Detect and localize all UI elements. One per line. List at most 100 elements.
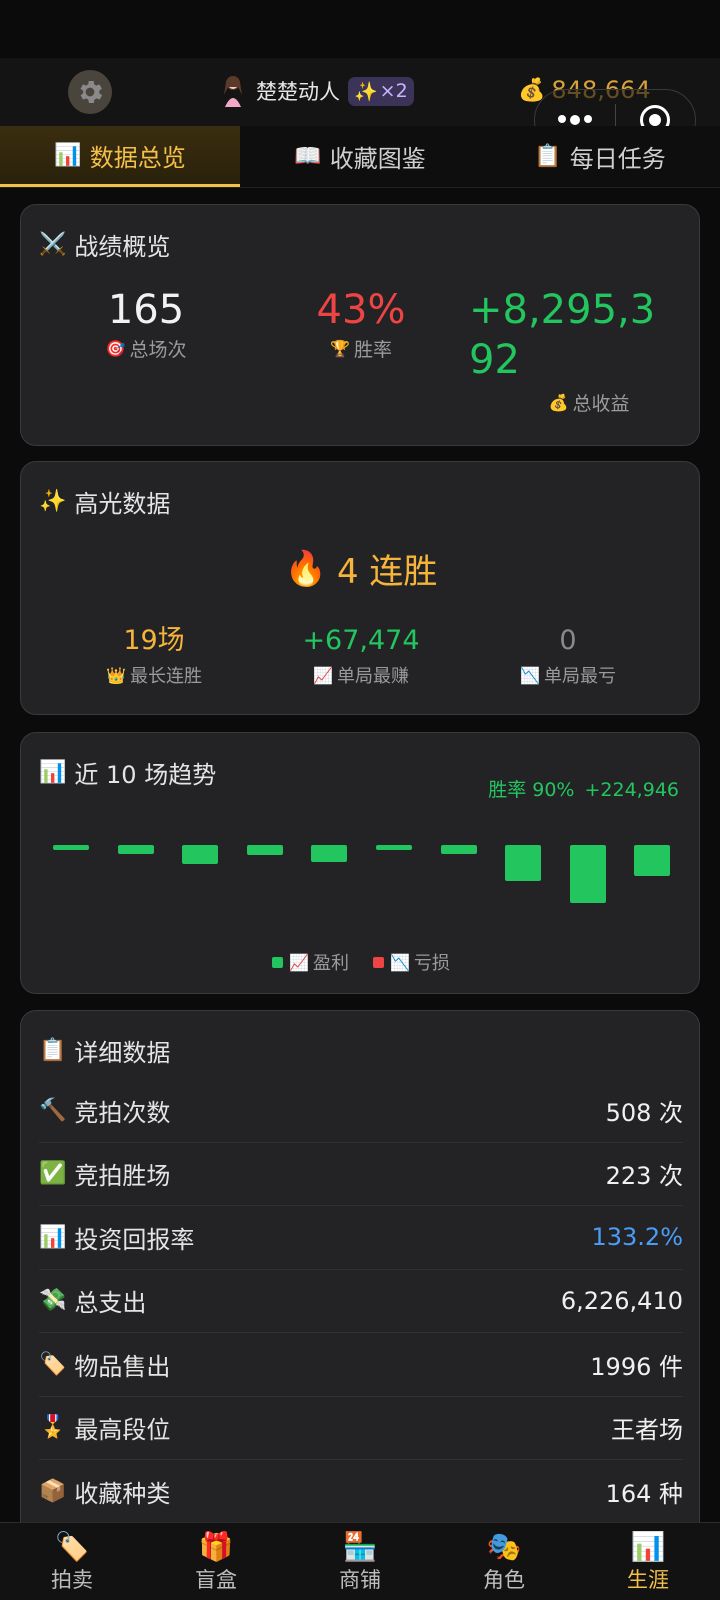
legend-label: 盈利	[313, 953, 349, 974]
trend-bar	[376, 845, 412, 850]
label-text: 最长连胜	[129, 666, 202, 687]
nav-career[interactable]: 📊 生涯	[576, 1523, 720, 1600]
chart-legend: 📈 盈利 📉 亏损	[21, 949, 701, 975]
row-label: ✅ 竞拍胜场	[39, 1156, 170, 1191]
nav-character[interactable]: 🎭 角色	[432, 1523, 576, 1600]
multiplier-text: ×2	[379, 80, 408, 102]
chart-down-icon: 📉	[520, 665, 540, 685]
label-text: 胜率	[353, 339, 392, 361]
chart-up-icon: 📈	[289, 952, 309, 972]
card-title: 📋 详细数据	[39, 1033, 170, 1068]
trend-bar	[569, 845, 606, 903]
legend-loss: 📉 亏损	[373, 949, 450, 975]
card-title-text: 高光数据	[74, 490, 171, 518]
nav-label: 盲盒	[195, 1567, 237, 1592]
trend-bar	[53, 845, 89, 850]
label-text: 物品售出	[74, 1352, 171, 1381]
chart-down-icon: 📉	[390, 952, 410, 972]
sparkles-icon: ✨	[354, 80, 378, 103]
trend-profit: +224,946	[584, 779, 680, 801]
username: 楚楚动人	[256, 80, 340, 104]
longest-streak-value: 19场	[123, 625, 185, 656]
row-value: 508 次	[605, 1098, 683, 1127]
chart-up-icon: 📈	[313, 665, 333, 685]
row-value: 1996 件	[590, 1352, 683, 1381]
more-menu-button[interactable]	[535, 115, 615, 125]
money-bag-icon: 💰	[548, 393, 569, 412]
tab-daily-tasks[interactable]: 📋 每日任务	[480, 126, 720, 187]
detail-row-wins: ✅ 竞拍胜场 223 次	[39, 1143, 683, 1206]
chart-icon: 📊	[39, 1224, 67, 1250]
nav-blind-box[interactable]: 🎁 盲盒	[144, 1523, 288, 1600]
card-title-text: 战绩概览	[74, 233, 171, 261]
trend-summary: 胜率 90% +224,946	[488, 775, 679, 802]
nav-label: 生涯	[627, 1567, 669, 1592]
trophy-icon: 🏆	[330, 339, 350, 358]
book-icon: 📖	[294, 144, 322, 169]
total-profit-label: 💰 总收益	[469, 389, 689, 416]
total-games-stat: 165 🎯 总场次	[61, 285, 231, 362]
detail-row-sold: 🏷️ 物品售出 1996 件	[39, 1333, 683, 1397]
card-title: ✨ 高光数据	[39, 484, 170, 519]
streak-text: 4 连胜	[336, 552, 438, 592]
settings-button[interactable]	[68, 70, 112, 114]
status-bar	[0, 0, 720, 58]
legend-profit: 📈 盈利	[272, 949, 349, 975]
trend-bar	[117, 845, 154, 854]
card-title-text: 近 10 场趋势	[74, 761, 217, 789]
hammer-icon: 🔨	[39, 1097, 67, 1123]
card-title: 📊 近 10 场趋势	[39, 755, 216, 790]
row-value: 王者场	[611, 1416, 683, 1445]
chart-icon: 📊	[54, 142, 82, 168]
nav-auction[interactable]: 🏷️ 拍卖	[0, 1523, 144, 1600]
card-title-text: 详细数据	[74, 1039, 171, 1067]
detail-row-bids: 🔨 竞拍次数 508 次	[39, 1079, 683, 1143]
target-icon: 🎯	[105, 339, 126, 358]
detail-row-spend: 💸 总支出 6,226,410	[39, 1270, 683, 1333]
overview-card: ⚔️ 战绩概览 165 🎯 总场次 43% 🏆 胜率 +8,295,3 92 💰…	[20, 204, 700, 446]
crossed-swords-icon: ⚔️	[39, 232, 67, 257]
store-icon: 🏪	[342, 1529, 378, 1563]
row-label: 🔨 竞拍次数	[39, 1093, 170, 1128]
row-label: 📦 收藏种类	[39, 1474, 170, 1509]
worst-single-value: 0	[559, 625, 577, 656]
row-label: 💸 总支出	[39, 1283, 146, 1318]
row-value: 164 种	[605, 1480, 683, 1509]
crown-icon: 👑	[106, 665, 126, 685]
multiplier-badge: ✨ ×2	[348, 76, 414, 106]
tab-label: 收藏图鉴	[329, 145, 426, 173]
nav-label: 角色	[483, 1567, 525, 1592]
gift-icon: 🎁	[198, 1529, 234, 1563]
row-value: 223 次	[605, 1162, 683, 1191]
legend-swatch	[272, 956, 284, 968]
tab-collection[interactable]: 📖 收藏图鉴	[240, 126, 480, 187]
details-list: 🔨 竞拍次数 508 次 ✅ 竞拍胜场 223 次 📊 投资回报率 133.2% 💸 总…	[39, 1079, 683, 1524]
longest-streak-stat: 19场 👑 最长连胜	[41, 624, 267, 688]
tab-overview[interactable]: 📊 数据总览	[0, 126, 240, 187]
detail-row-roi: 📊 投资回报率 133.2%	[39, 1206, 683, 1270]
user-info[interactable]: 楚楚动人 ✨ ×2	[218, 72, 414, 110]
trend-bar	[182, 845, 219, 864]
label-text: 总场次	[129, 339, 187, 361]
longest-streak-label: 👑 最长连胜	[41, 662, 267, 688]
check-icon: ✅	[39, 1161, 67, 1187]
win-rate-label: 🏆 胜率	[276, 335, 446, 362]
clipboard-icon: 📋	[534, 144, 562, 169]
nav-shop[interactable]: 🏪 商铺	[288, 1523, 432, 1600]
row-label: 🎖️ 最高段位	[39, 1410, 170, 1445]
worst-single-label: 📉 单局最亏	[455, 662, 681, 688]
clipboard-icon: 📋	[39, 1038, 67, 1063]
avatar	[224, 76, 242, 107]
legend-label: 亏损	[413, 953, 450, 974]
row-label: 🏷️ 物品售出	[39, 1347, 170, 1382]
row-value: 133.2%	[591, 1223, 683, 1252]
label-text: 单局最亏	[543, 666, 616, 687]
details-card: 📋 详细数据 🔨 竞拍次数 508 次 ✅ 竞拍胜场 223 次 📊 投资回报率 13…	[20, 1010, 700, 1550]
best-single-label: 📈 单局最赚	[248, 662, 474, 688]
chart-icon: 📊	[39, 760, 67, 785]
label-text: 最高段位	[74, 1416, 171, 1445]
sparkles-icon: ✨	[39, 489, 67, 514]
money-wings-icon: 💸	[39, 1288, 67, 1314]
label-text: 单局最赚	[336, 666, 409, 687]
legend-swatch	[373, 956, 384, 968]
